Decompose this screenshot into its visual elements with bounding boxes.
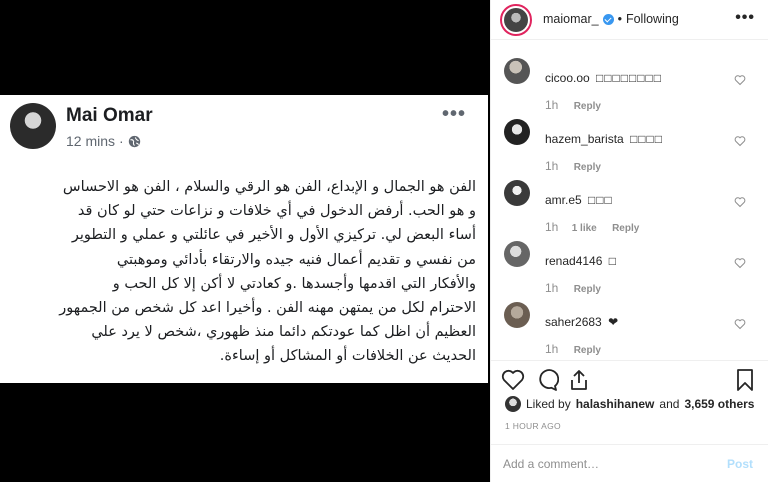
fb-body-line: العظيم أن اظل كما عودتكم دائما منذ ظهوري… bbox=[91, 324, 476, 341]
comment-time: 1h bbox=[545, 281, 559, 295]
share-icon[interactable] bbox=[567, 368, 591, 392]
comment-meta: 1h 1 like Reply bbox=[545, 220, 639, 234]
liker-username[interactable]: halashihanew bbox=[576, 397, 655, 411]
post-comment-button[interactable]: Post bbox=[727, 457, 753, 471]
comment-heart-icon[interactable] bbox=[734, 74, 746, 86]
comments-list: cicoo.oo □□□□□□□□ 1h Reply hazem_barista… bbox=[491, 50, 768, 356]
comment-text: □ bbox=[608, 254, 617, 268]
comment-time: 1h bbox=[545, 220, 559, 234]
author-avatar[interactable] bbox=[500, 4, 532, 36]
fb-body-line: من نفسي و تقديم أعمال فنيه جيده والارتقا… bbox=[116, 251, 476, 268]
commenter-username[interactable]: hazem_barista bbox=[545, 132, 624, 146]
verified-badge-icon bbox=[602, 13, 614, 25]
comment-body: cicoo.oo □□□□□□□□ bbox=[545, 71, 662, 85]
comment-text: □□□ bbox=[588, 193, 613, 207]
comment-input[interactable] bbox=[503, 457, 703, 471]
commenter-avatar[interactable] bbox=[504, 241, 530, 267]
comment-item: saher2683 ❤ 1h Reply bbox=[491, 294, 768, 356]
comment-heart-icon[interactable] bbox=[734, 318, 746, 330]
commenter-username[interactable]: cicoo.oo bbox=[545, 71, 590, 85]
fb-post-meta: 12 mins · bbox=[66, 133, 141, 149]
fb-body-line: أساء البعض لي. تركيزي الأول و الأخير في … bbox=[71, 227, 476, 244]
fb-meta-separator: · bbox=[119, 133, 124, 149]
comment-time: 1h bbox=[545, 159, 559, 173]
likes-summary: Liked by halashihanew and 3,659 others bbox=[505, 396, 754, 412]
bookmark-icon[interactable] bbox=[733, 368, 757, 392]
header-separator: • bbox=[617, 12, 622, 26]
comment-meta: 1h Reply bbox=[545, 342, 601, 356]
fb-body-line: الفن هو الجمال و الإبداع، الفن هو الرقي … bbox=[62, 179, 476, 195]
comment-item: hazem_barista □□□□ 1h Reply bbox=[491, 111, 768, 173]
comment-text: □□□□□□□□ bbox=[596, 71, 663, 85]
comment-meta: 1h Reply bbox=[545, 159, 601, 173]
comment-heart-icon[interactable] bbox=[734, 135, 746, 147]
comment-item: cicoo.oo □□□□□□□□ 1h Reply bbox=[491, 50, 768, 112]
reply-button[interactable]: Reply bbox=[574, 345, 601, 356]
comment-time: 1h bbox=[545, 98, 559, 112]
likes-prefix: Liked by bbox=[526, 397, 571, 411]
comment-icon[interactable] bbox=[535, 368, 559, 392]
post-actions-bar bbox=[491, 360, 768, 396]
post-timestamp: 1 HOUR AGO bbox=[505, 421, 561, 431]
heart-icon[interactable] bbox=[501, 368, 525, 392]
likes-and: and bbox=[659, 397, 680, 411]
comment-time: 1h bbox=[545, 342, 559, 356]
comment-meta: 1h Reply bbox=[545, 281, 601, 295]
comment-text: □□□□ bbox=[630, 132, 664, 146]
comment-item: renad4146 □ 1h Reply bbox=[491, 233, 768, 295]
commenter-avatar[interactable] bbox=[504, 119, 530, 145]
commenter-avatar[interactable] bbox=[504, 58, 530, 84]
fb-body-line: و هو الحب. أرفض الدخول في أي خلافات و نز… bbox=[77, 203, 476, 220]
globe-icon bbox=[128, 135, 140, 147]
commenter-username[interactable]: amr.e5 bbox=[545, 193, 582, 207]
following-button[interactable]: Following bbox=[626, 12, 679, 26]
comment-heart-icon[interactable] bbox=[734, 257, 746, 269]
fb-body-line: والأفكار التي اقدمها وأجسدها .و كعادتي ل… bbox=[112, 275, 476, 292]
fb-post-body: الفن هو الجمال و الإبداع، الفن هو الرقي … bbox=[10, 175, 476, 369]
commenter-avatar[interactable] bbox=[504, 302, 530, 328]
comment-heart-icon[interactable] bbox=[734, 196, 746, 208]
commenter-username[interactable]: renad4146 bbox=[545, 254, 602, 268]
comment-body: hazem_barista □□□□ bbox=[545, 132, 663, 146]
fb-post-time: 12 mins bbox=[66, 133, 116, 149]
post-media[interactable]: Mai Omar 12 mins · ••• الفن هو الجمال و … bbox=[0, 0, 490, 482]
facebook-post-card: Mai Omar 12 mins · ••• الفن هو الجمال و … bbox=[0, 95, 488, 383]
commenter-avatar[interactable] bbox=[504, 180, 530, 206]
more-options-icon[interactable]: ••• bbox=[735, 9, 755, 27]
comment-item: amr.e5 □□□ 1h 1 like Reply bbox=[491, 172, 768, 234]
author-info: maiomar_ • Following bbox=[543, 12, 679, 26]
comment-body: saher2683 ❤ bbox=[545, 315, 619, 329]
post-header: maiomar_ • Following ••• bbox=[491, 0, 768, 40]
comment-meta: 1h Reply bbox=[545, 98, 601, 112]
fb-author-avatar bbox=[10, 103, 56, 149]
add-comment-bar: Post bbox=[491, 444, 768, 482]
instagram-post-viewer: Mai Omar 12 mins · ••• الفن هو الجمال و … bbox=[0, 0, 768, 482]
comment-body: renad4146 □ bbox=[545, 254, 617, 268]
author-username[interactable]: maiomar_ bbox=[543, 12, 599, 26]
fb-more-icon: ••• bbox=[442, 103, 467, 125]
comment-text: ❤ bbox=[608, 315, 620, 329]
commenter-username[interactable]: saher2683 bbox=[545, 315, 602, 329]
fb-body-line: الحديث عن الخلافات أو المشاكل أو إساءة. bbox=[219, 348, 476, 365]
comment-body: amr.e5 □□□ bbox=[545, 193, 613, 207]
fb-body-line: الاحترام لكل من يمتهن مهنه الفن . وأخيرا… bbox=[59, 300, 476, 317]
likes-others-link[interactable]: 3,659 others bbox=[684, 397, 754, 411]
liker-avatar[interactable] bbox=[505, 396, 521, 412]
post-side-panel: maiomar_ • Following ••• cicoo.oo □□□□□□… bbox=[490, 0, 768, 482]
fb-author-name: Mai Omar bbox=[66, 105, 153, 126]
